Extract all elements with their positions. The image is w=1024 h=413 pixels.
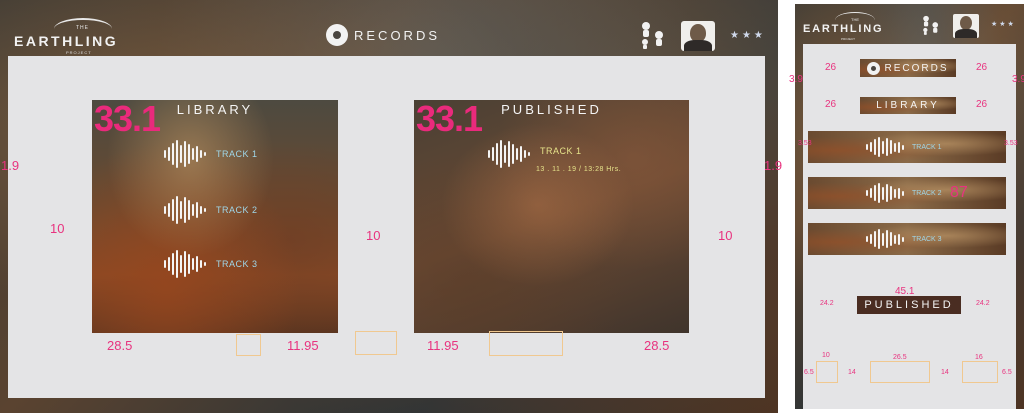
placeholder-button-3[interactable] bbox=[962, 361, 998, 383]
library-dimension-right: 26 bbox=[976, 99, 988, 110]
library-size-annotation: 33.1 bbox=[94, 98, 161, 139]
records-label: RECORDS bbox=[884, 62, 949, 74]
side-dimension-left: 1.9 bbox=[1, 158, 20, 173]
avatar[interactable] bbox=[681, 21, 715, 51]
stars-icon: ★★★ bbox=[991, 21, 1016, 28]
waveform-icon bbox=[866, 137, 904, 157]
avatar-shoulders bbox=[684, 40, 712, 51]
records-dimension-left: 26 bbox=[825, 62, 837, 73]
library-dimension-left: 26 bbox=[825, 99, 837, 110]
gap-dimension-right: 10 bbox=[718, 228, 733, 243]
button-gap-left: 14 bbox=[848, 369, 856, 376]
published-dimension-right: 24.2 bbox=[976, 300, 990, 307]
mobile-track-3[interactable]: TRACK 3 bbox=[808, 223, 1006, 255]
track-label: TRACK 2 bbox=[216, 205, 258, 215]
waveform-icon bbox=[164, 196, 206, 224]
button-width-right: 16 bbox=[975, 354, 983, 361]
mobile-layout: THE EARTHLING PROJECT ★★★ RECORDS LIBRAR… bbox=[789, 4, 1024, 409]
button-edge-right: 6.5 bbox=[1002, 369, 1012, 376]
published-size-annotation: 33.1 bbox=[416, 98, 483, 139]
bottom-dimension-1: 28.5 bbox=[107, 338, 133, 353]
records-nav[interactable]: RECORDS bbox=[860, 59, 956, 77]
logo-wordmark: EARTHLING bbox=[14, 33, 119, 49]
placeholder-button-1[interactable] bbox=[816, 361, 838, 383]
logo-wordmark: EARTHLING bbox=[803, 23, 884, 35]
button-gap-right: 14 bbox=[941, 369, 949, 376]
desktop-layout: THE EARTHLING PROJECT RECORDS ★★★ LIBRAR… bbox=[0, 0, 782, 413]
library-button[interactable]: LIBRARY bbox=[860, 97, 956, 114]
track-label: TRACK 2 bbox=[912, 189, 942, 197]
records-nav[interactable]: RECORDS bbox=[326, 23, 440, 47]
strip-dimension-left: 3.53 bbox=[798, 140, 812, 147]
logo-project: PROJECT bbox=[841, 37, 856, 41]
logo-project: PROJECT bbox=[66, 50, 92, 55]
astronaut-icon[interactable] bbox=[636, 20, 670, 50]
track-label: TRACK 1 bbox=[912, 143, 942, 151]
published-dimension-left: 24.2 bbox=[820, 300, 834, 307]
vinyl-disc-icon bbox=[867, 61, 881, 75]
library-track-2[interactable]: TRACK 2 bbox=[164, 196, 258, 224]
track-label: TRACK 3 bbox=[912, 235, 942, 243]
placeholder-button-3[interactable] bbox=[489, 331, 563, 356]
placeholder-button-2[interactable] bbox=[870, 361, 930, 383]
bottom-dimension-3: 11.95 bbox=[427, 338, 459, 353]
earthling-logo[interactable]: THE EARTHLING PROJECT bbox=[14, 18, 134, 56]
side-dimension-right: 3.9 bbox=[1012, 74, 1024, 85]
mobile-track-2[interactable]: TRACK 2 bbox=[808, 177, 1006, 209]
button-edge-left: 6.5 bbox=[804, 369, 814, 376]
astronaut-icon[interactable] bbox=[919, 14, 943, 36]
bottom-dimension-2: 11.95 bbox=[287, 338, 319, 353]
track-label: TRACK 1 bbox=[216, 149, 258, 159]
waveform-icon bbox=[164, 250, 206, 278]
logo-the: THE bbox=[76, 25, 89, 31]
header-bar: THE EARTHLING PROJECT RECORDS ★★★ bbox=[0, 0, 778, 56]
published-button[interactable]: PUBLISHED bbox=[857, 296, 961, 314]
published-top-dimension: 45.1 bbox=[895, 286, 915, 297]
published-track-1[interactable]: TRACK 1 bbox=[488, 140, 582, 168]
bottom-dimension-4: 28.5 bbox=[644, 338, 670, 353]
waveform-icon bbox=[866, 183, 904, 203]
library-track-3[interactable]: TRACK 3 bbox=[164, 250, 258, 278]
gap-dimension-mid: 10 bbox=[366, 228, 381, 243]
records-label: RECORDS bbox=[354, 27, 441, 43]
gap-dimension-left: 10 bbox=[50, 221, 65, 236]
avatar-shoulders bbox=[955, 29, 977, 38]
button-width-left: 10 bbox=[822, 352, 830, 359]
avatar[interactable] bbox=[953, 14, 979, 38]
strip-dimension-right: 3.53 bbox=[1004, 140, 1018, 147]
logo-the: THE bbox=[851, 17, 859, 22]
vinyl-disc-icon bbox=[326, 24, 348, 46]
earthling-logo[interactable]: THE EARTHLING PROJECT bbox=[803, 12, 899, 42]
published-date: 13 . 11 . 19 / 13:28 Hrs. bbox=[536, 166, 622, 173]
side-dimension-left: 3.9 bbox=[789, 74, 803, 85]
side-dimension-right: 1.9 bbox=[764, 158, 783, 173]
records-dimension-right: 26 bbox=[976, 62, 988, 73]
waveform-icon bbox=[866, 229, 904, 249]
stars-icon: ★★★ bbox=[730, 30, 766, 41]
button-width-mid: 26.5 bbox=[893, 354, 907, 361]
placeholder-button-2[interactable] bbox=[355, 331, 397, 355]
track-gap-dimension: 87 bbox=[950, 184, 968, 201]
waveform-icon bbox=[488, 140, 530, 168]
placeholder-button-1[interactable] bbox=[236, 334, 261, 356]
avatar-head bbox=[960, 16, 972, 30]
waveform-icon bbox=[164, 140, 206, 168]
track-label: TRACK 1 bbox=[540, 146, 582, 156]
mobile-track-1[interactable]: TRACK 1 bbox=[808, 131, 1006, 163]
library-track-1[interactable]: TRACK 1 bbox=[164, 140, 258, 168]
track-label: TRACK 3 bbox=[216, 259, 258, 269]
